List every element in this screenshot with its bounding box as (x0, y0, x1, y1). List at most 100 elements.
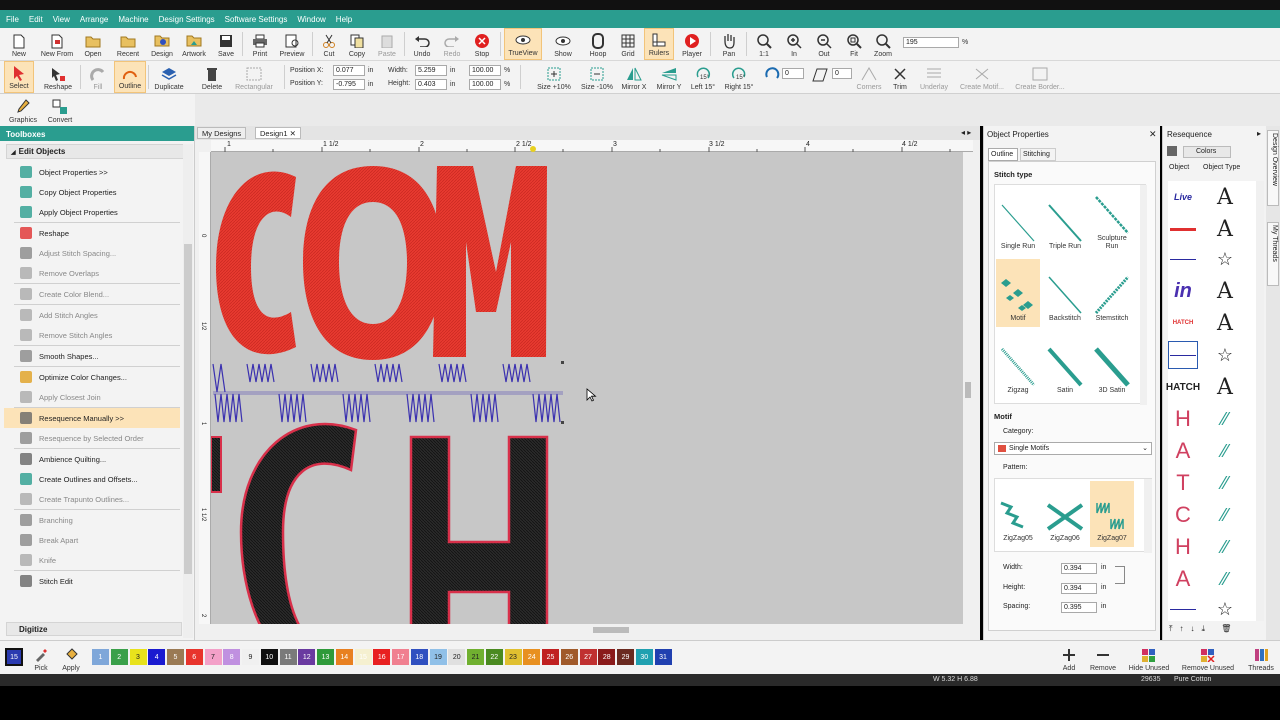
threads-button[interactable]: Threads (1244, 642, 1278, 674)
current-color-swatch[interactable]: 15 (5, 648, 23, 666)
letter-c-black[interactable] (239, 422, 358, 624)
list-item[interactable]: Live (1168, 183, 1198, 211)
stitch-satin[interactable]: Satin (1043, 331, 1087, 399)
resequence-scrollbar[interactable] (1256, 181, 1264, 621)
thread-color-swatch[interactable]: 9 (242, 649, 259, 665)
menu-help[interactable]: Help (336, 15, 352, 24)
zoom-level-input[interactable]: 195 (903, 37, 959, 48)
tool-item[interactable]: Apply Object Properties (4, 202, 180, 222)
copy-button[interactable]: Copy (344, 28, 370, 60)
add-thread-button[interactable]: Add (1056, 642, 1082, 674)
letter-m-red[interactable] (433, 166, 547, 357)
width-input[interactable]: 5.259 (415, 65, 447, 76)
tab-design-overview[interactable]: Design Overview (1267, 130, 1279, 206)
rotate-angle-input[interactable]: 0 (782, 68, 804, 79)
stitch-triple-run[interactable]: Triple Run (1043, 187, 1087, 255)
pan-button[interactable]: Pan (716, 28, 742, 60)
height-input[interactable]: 0.403 (415, 79, 447, 90)
thread-color-swatch[interactable]: 29 (617, 649, 634, 665)
thread-color-swatch[interactable]: 7 (204, 649, 222, 665)
list-item[interactable]: C (1168, 501, 1198, 529)
tool-item[interactable]: Create Outlines and Offsets... (4, 469, 180, 489)
vertical-scroll-thumb[interactable] (965, 382, 971, 398)
tool-item[interactable]: Object Properties >> (4, 162, 180, 182)
zoom-out-button[interactable]: Out (812, 28, 836, 60)
stitch-backstitch[interactable]: Backstitch (1043, 259, 1087, 327)
hoop-button[interactable]: Hoop (586, 28, 610, 60)
thread-color-swatch[interactable]: 13 (317, 649, 334, 665)
remove-thread-button[interactable]: Remove (1086, 642, 1120, 674)
trim-button[interactable]: Trim (888, 61, 912, 93)
letter-c-red[interactable] (216, 171, 296, 355)
artwork-button[interactable]: Artwork (178, 28, 210, 60)
zoom-in-button[interactable]: In (782, 28, 806, 60)
thread-color-swatch[interactable]: 14 (335, 649, 353, 665)
list-item[interactable]: H (1168, 405, 1198, 433)
mirror-y-button[interactable]: Mirror Y (652, 61, 686, 93)
thread-color-swatch[interactable]: 5 (167, 649, 184, 665)
rotate-left-button[interactable]: 15° Left 15° (688, 61, 718, 93)
tool-item[interactable]: Knife (4, 550, 180, 570)
letter-fragment-black[interactable] (211, 436, 222, 493)
toolbox-scrollbar[interactable] (183, 144, 193, 638)
pattern-zigzag05[interactable]: ZigZag05 (996, 481, 1040, 547)
canvas-horizontal-scrollbar[interactable] (211, 624, 963, 636)
tab-scroll-arrows-icon[interactable]: ◂ ▸ (961, 128, 971, 137)
motif-width-input[interactable]: 0.394 (1061, 563, 1097, 574)
mirror-x-button[interactable]: Mirror X (618, 61, 650, 93)
stitch-motif[interactable]: Motif (996, 259, 1040, 327)
outline-button[interactable]: Outline (114, 61, 146, 93)
thread-color-swatch[interactable]: 2 (110, 649, 128, 665)
tab-my-threads[interactable]: My Threads (1267, 222, 1279, 286)
thread-color-swatch[interactable]: 25 (542, 649, 559, 665)
canvas-vertical-scrollbar[interactable] (963, 152, 973, 624)
recent-button[interactable]: Recent (110, 28, 146, 60)
category-select[interactable]: Single Motifs ⌄ (994, 442, 1152, 455)
tool-item[interactable]: Ambience Quilting... (4, 449, 180, 469)
pattern-zigzag07[interactable]: ZigZag07 (1090, 481, 1134, 547)
cut-button[interactable]: Cut (318, 28, 340, 60)
resequence-order-buttons[interactable]: ⤒↑↓⤓ 🗑 (1169, 624, 1238, 634)
stitch-3d-satin[interactable]: 3D Satin (1090, 331, 1134, 399)
thread-color-swatch[interactable]: 28 (598, 649, 616, 665)
tool-item[interactable]: Add Stitch Angles (4, 305, 180, 325)
thread-color-swatch[interactable]: 26 (560, 649, 578, 665)
thread-color-swatch[interactable]: 21 (467, 649, 484, 665)
list-item[interactable]: HATCH (1166, 373, 1200, 401)
skew-icon[interactable] (812, 67, 828, 83)
thread-color-swatch[interactable]: 31 (654, 649, 672, 665)
thread-color-swatch[interactable]: 30 (635, 649, 653, 665)
tab-stitching[interactable]: Stitching (1020, 148, 1056, 161)
pattern-zigzag06[interactable]: ZigZag06 (1043, 481, 1087, 547)
thread-color-swatch[interactable]: 11 (279, 649, 297, 665)
position-x-input[interactable]: 0.077 (333, 65, 365, 76)
show-button[interactable]: Show (548, 28, 578, 60)
tool-item[interactable]: Copy Object Properties (4, 182, 180, 202)
stitch-sculpture-run[interactable]: Sculpture Run (1090, 187, 1134, 255)
scale-height-input[interactable]: 100.00 (469, 79, 501, 90)
stitch-gallery-scrollbar[interactable] (1140, 185, 1147, 405)
letter-h-black[interactable] (409, 435, 549, 624)
tool-item[interactable]: Stitch Edit (4, 571, 180, 591)
tool-item[interactable]: Apply Closest Join (4, 387, 180, 407)
rulers-button[interactable]: Rulers (644, 28, 674, 60)
tool-item[interactable]: Resequence by Selected Order (4, 428, 180, 448)
size-plus-button[interactable]: Size +10% (534, 61, 574, 93)
list-item[interactable] (1168, 595, 1198, 623)
thread-color-swatch[interactable]: 10 (260, 649, 278, 665)
convert-button[interactable]: Convert (44, 94, 76, 126)
thread-color-swatch[interactable]: 18 (410, 649, 428, 665)
thread-color-swatch[interactable]: 12 (298, 649, 316, 665)
tool-item[interactable]: Create Trapunto Outlines... (4, 489, 180, 509)
thread-color-swatch[interactable]: 23 (504, 649, 522, 665)
colors-tab[interactable]: Colors (1183, 146, 1231, 158)
thread-color-swatch[interactable]: 27 (579, 649, 597, 665)
tab-my-designs[interactable]: My Designs (197, 127, 247, 139)
design-button[interactable]: Design (148, 28, 176, 60)
tool-item[interactable]: Adjust Stitch Spacing... (4, 243, 180, 263)
thread-color-swatch[interactable]: 17 (392, 649, 409, 665)
corners-button[interactable]: Corners (854, 61, 884, 93)
menu-design-settings[interactable]: Design Settings (159, 15, 215, 24)
list-item[interactable] (1168, 341, 1198, 369)
thread-color-swatch[interactable]: 6 (185, 649, 203, 665)
